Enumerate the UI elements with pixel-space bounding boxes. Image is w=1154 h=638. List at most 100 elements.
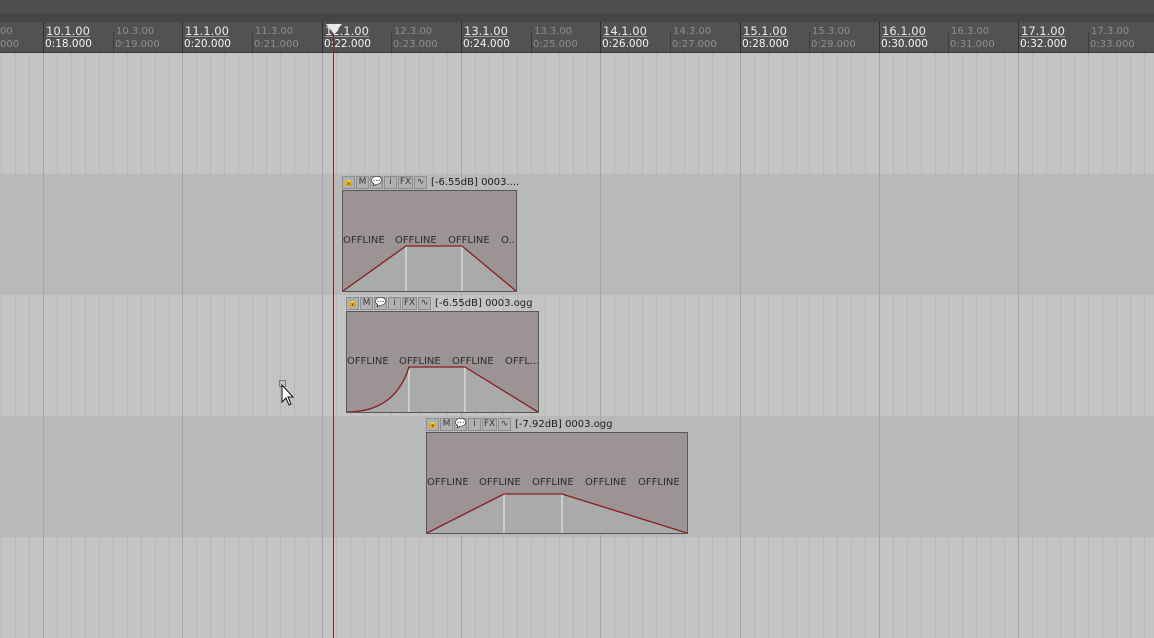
ruler-time-label: 0:18.000 (45, 38, 92, 50)
ruler-tick (670, 32, 671, 52)
envelope-icon[interactable]: ∿ (414, 175, 427, 189)
grid-line (796, 53, 797, 638)
track-lane-3[interactable] (0, 295, 1154, 416)
arrange-view[interactable] (0, 53, 1154, 638)
grid-line (15, 53, 16, 638)
info-icon[interactable]: i (388, 296, 401, 310)
ruler-tick (252, 32, 253, 52)
offline-label: OFFL... (505, 356, 539, 367)
grid-line (57, 53, 58, 638)
ruler-time-label: 0:22.000 (324, 38, 371, 50)
grid-line (935, 53, 936, 638)
info-icon[interactable]: i (468, 417, 481, 431)
envelope-icon[interactable]: ∿ (418, 296, 431, 310)
playhead-line[interactable] (333, 22, 334, 638)
mute-button[interactable]: M (440, 417, 453, 431)
lock-icon[interactable]: 🔒 (342, 175, 355, 189)
item-name: [-7.92dB] 0003.ogg (515, 418, 613, 430)
ruler-beat-label: 15.3.00 (812, 26, 851, 37)
item-body[interactable]: OFFLINE OFFLINE OFFLINE OFFL... (346, 311, 539, 413)
ruler-tick (461, 22, 462, 52)
info-icon[interactable]: i (384, 175, 397, 189)
grid-line (322, 53, 323, 638)
grid-line (224, 53, 225, 638)
offline-label: OFFLINE (479, 477, 521, 488)
track-lane-5[interactable] (0, 537, 1154, 638)
ruler-tick (322, 22, 323, 52)
ruler-tick (948, 32, 949, 52)
item-name: [-6.55dB] 0003.... (431, 176, 520, 188)
grid-line (600, 53, 601, 638)
lock-icon[interactable]: 🔒 (346, 296, 359, 310)
grid-line (962, 53, 963, 638)
grid-line (1102, 53, 1103, 638)
grid-line (976, 53, 977, 638)
grid-line (1144, 53, 1145, 638)
grid-line (280, 53, 281, 638)
ruler-beat-label: 10.1.00 (46, 24, 90, 38)
fx-button[interactable]: FX (482, 417, 497, 431)
envelope-icon[interactable]: ∿ (498, 417, 511, 431)
notes-icon[interactable]: 💬 (454, 417, 467, 431)
grid-line (308, 53, 309, 638)
toolbar-strip (0, 13, 1154, 22)
grid-line (336, 53, 337, 638)
offline-label: OFFLINE (532, 477, 574, 488)
offline-label: OFFLINE (347, 356, 389, 367)
notes-icon[interactable]: 💬 (370, 175, 383, 189)
grid-line (990, 53, 991, 638)
grid-line (155, 53, 156, 638)
ruler-beat-label: 14.3.00 (673, 26, 712, 37)
notes-icon[interactable]: 💬 (374, 296, 387, 310)
lock-icon[interactable]: 🔒 (426, 417, 439, 431)
grid-line (1074, 53, 1075, 638)
grid-line (169, 53, 170, 638)
item-body[interactable]: OFFLINE OFFLINE OFFLINE OFFLINE OFFLINE (426, 432, 688, 534)
fx-button[interactable]: FX (398, 175, 413, 189)
mute-button[interactable]: M (360, 296, 373, 310)
ruler-tick (182, 22, 183, 52)
track-lane-1[interactable] (0, 53, 1154, 174)
offline-label: OFFLINE (395, 235, 437, 246)
ruler-tick (391, 32, 392, 52)
offline-label: OFFLINE (585, 477, 627, 488)
ruler-time-label: 0:30.000 (881, 38, 928, 50)
ruler-beat-label: 11.1.00 (185, 24, 229, 38)
timeline-ruler[interactable]: 00 000 10.1.00 0:18.000 10.3.00 0:19.000 11.… (0, 22, 1154, 53)
offline-label: O... (501, 235, 517, 246)
grid-line (809, 53, 810, 638)
grid-line (85, 53, 86, 638)
grid-line (99, 53, 100, 638)
grid-line (684, 53, 685, 638)
grid-line (141, 53, 142, 638)
grid-line (948, 53, 949, 638)
offline-label: OFFLINE (399, 356, 441, 367)
grid-line (1060, 53, 1061, 638)
grid-line (559, 53, 560, 638)
grid-line (642, 53, 643, 638)
ruler-beat-label: 13.3.00 (534, 26, 573, 37)
ruler-time-label: 0:27.000 (672, 39, 717, 50)
grid-line (573, 53, 574, 638)
grid-line (294, 53, 295, 638)
grid-line (113, 53, 114, 638)
track-lane-2[interactable] (0, 174, 1154, 295)
ruler-tick (1018, 22, 1019, 52)
ruler-tick (740, 22, 741, 52)
grid-line (43, 53, 44, 638)
playhead-marker-icon[interactable] (326, 24, 342, 34)
title-bar (0, 0, 1154, 13)
grid-line (851, 53, 852, 638)
offline-label: OFFLINE (448, 235, 490, 246)
item-body[interactable]: OFFLINE OFFLINE OFFLINE O... (342, 190, 517, 292)
ruler-time-label: 0:19.000 (115, 39, 160, 50)
grid-line (71, 53, 72, 638)
ruler-beat-label: 12.3.00 (394, 26, 433, 37)
offline-label: OFFLINE (427, 477, 469, 488)
ruler-beat-label: 17.1.00 (1021, 24, 1065, 38)
fx-button[interactable]: FX (402, 296, 417, 310)
mute-button[interactable]: M (356, 175, 369, 189)
ruler-beat-label: 13.1.00 (464, 24, 508, 38)
ruler-time-label: 0:20.000 (184, 38, 231, 50)
ruler-beat-label: 17.3.00 (1091, 26, 1130, 37)
